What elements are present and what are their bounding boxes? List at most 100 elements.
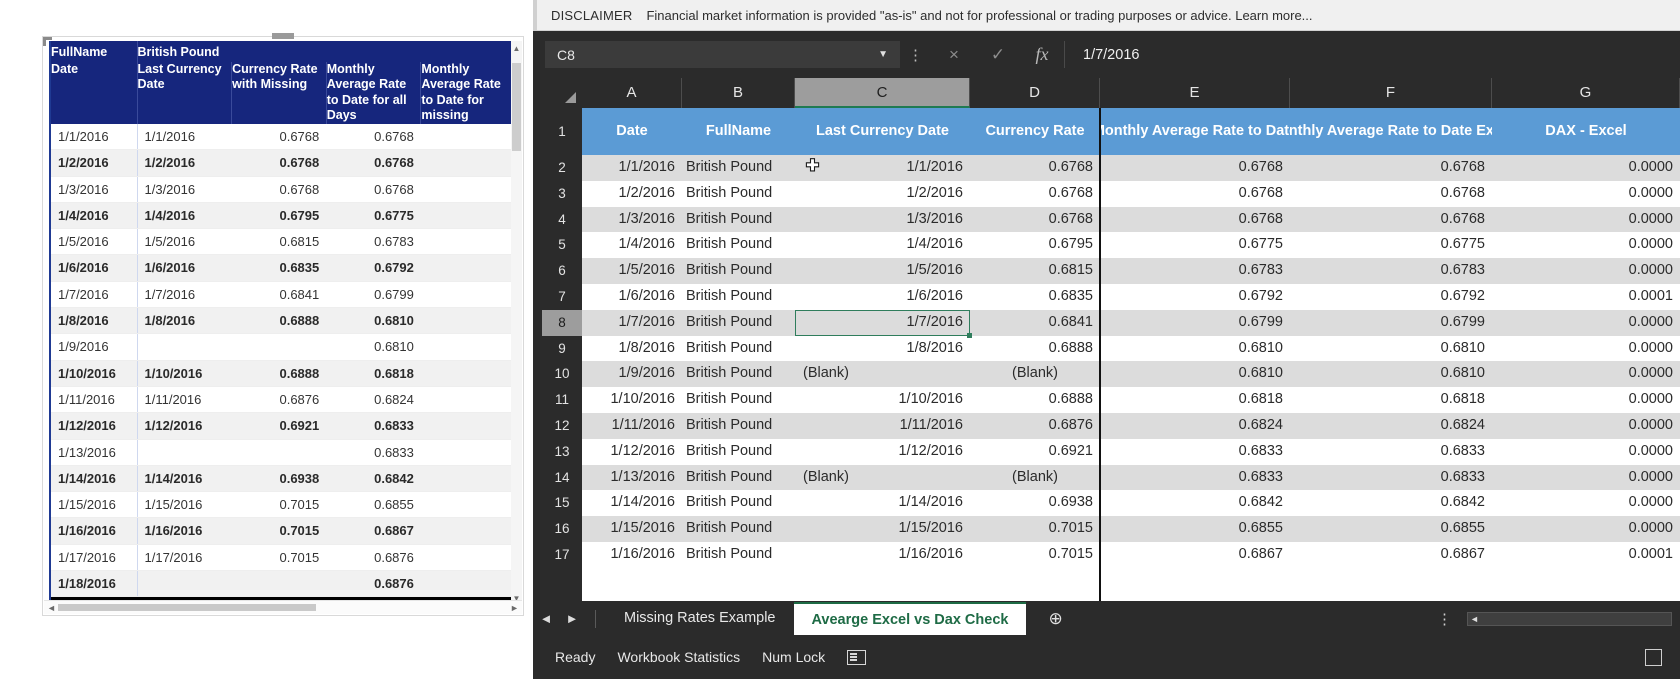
- grid-cell-e14[interactable]: 0.6833: [1100, 465, 1290, 491]
- grid-cell-g12[interactable]: 0.0000: [1492, 413, 1680, 439]
- add-sheet-icon[interactable]: ⊕: [1048, 609, 1062, 629]
- grid-cell-c14[interactable]: (Blank): [795, 465, 970, 491]
- grid-cell-b4[interactable]: British Pound: [682, 207, 795, 233]
- grid-cell-d6[interactable]: 0.6815: [970, 258, 1100, 284]
- sheet-tab-average-excel-vs-dax-check[interactable]: Avearge Excel vs Dax Check: [793, 602, 1027, 635]
- grid-cell-a6[interactable]: 1/5/2016: [582, 258, 682, 284]
- grid-cell-e8[interactable]: 0.6799: [1100, 310, 1290, 336]
- grid-cell-g8[interactable]: 0.0000: [1492, 310, 1680, 336]
- grid-row-5[interactable]: 1/4/2016 British Pound 1/4/2016 0.6795 0.677…: [582, 232, 1680, 259]
- grid-cell-a14[interactable]: 1/13/2016: [582, 465, 682, 491]
- matrix-vertical-scrollbar[interactable]: ▲ ▼: [511, 41, 522, 607]
- row-header-11[interactable]: 11: [542, 387, 582, 413]
- grid-cell-a12[interactable]: 1/11/2016: [582, 413, 682, 439]
- row-header-14[interactable]: 14: [542, 465, 582, 491]
- scroll-left-icon[interactable]: ◄: [1470, 613, 1479, 625]
- row-header-4[interactable]: 4: [542, 207, 582, 233]
- grid-row-7[interactable]: 1/6/2016 British Pound 1/6/2016 0.6835 0.679…: [582, 284, 1680, 310]
- grid-row-17[interactable]: 1/16/2016 British Pound 1/16/2016 0.7015 0.6…: [582, 542, 1680, 568]
- grid-cell-a4[interactable]: 1/3/2016: [582, 207, 682, 233]
- grid-cell-c5[interactable]: 1/4/2016: [795, 232, 970, 258]
- column-header-a[interactable]: A: [582, 78, 682, 108]
- grid-cell-d16[interactable]: 0.7015: [970, 516, 1100, 542]
- grid-cell-e3[interactable]: 0.6768: [1100, 181, 1290, 207]
- status-workbook-statistics[interactable]: Workbook Statistics: [617, 649, 740, 665]
- grid-cell-e17[interactable]: 0.6867: [1100, 542, 1290, 568]
- enter-icon[interactable]: ✓: [976, 45, 1020, 65]
- next-sheet-icon[interactable]: ►: [559, 611, 585, 626]
- more-tabs-icon[interactable]: ⋮: [1437, 610, 1453, 628]
- matrix-row[interactable]: 1/5/2016 1/5/2016 0.6815 0.6783: [51, 228, 516, 256]
- sheet-horizontal-scrollbar[interactable]: ◄: [1467, 611, 1672, 626]
- matrix-row[interactable]: 1/17/2016 1/17/2016 0.7015 0.6876: [51, 544, 516, 572]
- grid-cell-e11[interactable]: 0.6818: [1100, 387, 1290, 413]
- grid-cell-f10[interactable]: 0.6810: [1290, 361, 1492, 387]
- grid-cell-g13[interactable]: 0.0000: [1492, 439, 1680, 465]
- matrix-row[interactable]: 1/9/2016 0.6810: [51, 333, 516, 361]
- grid-cell-d2[interactable]: 0.6768: [970, 155, 1100, 181]
- grid-cell-b17[interactable]: British Pound: [682, 542, 795, 568]
- grid-cell-f13[interactable]: 0.6833: [1290, 439, 1492, 465]
- column-header-f[interactable]: F: [1290, 78, 1492, 108]
- grid-cell-b16[interactable]: British Pound: [682, 516, 795, 542]
- grid-row-8[interactable]: 1/7/2016 British Pound 1/7/2016 0.6841 0.679…: [582, 309, 1680, 336]
- grid-row-4[interactable]: 1/3/2016 British Pound 1/3/2016 0.6768 0.676…: [582, 206, 1680, 233]
- grid-cell-b14[interactable]: British Pound: [682, 465, 795, 491]
- chevron-down-icon[interactable]: ▼: [878, 49, 900, 60]
- prev-sheet-icon[interactable]: ◄: [533, 611, 559, 626]
- grid-cell-d9[interactable]: 0.6888: [970, 336, 1100, 362]
- name-box[interactable]: C8 ▼: [545, 41, 900, 68]
- grid-cell-c12[interactable]: 1/11/2016: [795, 413, 970, 439]
- grid-cell-a3[interactable]: 1/2/2016: [582, 181, 682, 207]
- grid-cell-b3[interactable]: British Pound: [682, 181, 795, 207]
- row-header-10[interactable]: 10: [542, 361, 582, 387]
- column-header-g[interactable]: G: [1492, 78, 1680, 108]
- grid-cell-g7[interactable]: 0.0001: [1492, 284, 1680, 310]
- row-header-17[interactable]: 17: [542, 542, 582, 568]
- normal-view-icon[interactable]: [1645, 648, 1662, 666]
- grid-cell-b6[interactable]: British Pound: [682, 258, 795, 284]
- column-header-e[interactable]: E: [1100, 78, 1290, 108]
- grid-cell-f16[interactable]: 0.6855: [1290, 516, 1492, 542]
- matrix-row[interactable]: 1/13/2016 0.6833: [51, 439, 516, 466]
- spreadsheet-grid[interactable]: ABCDEFG 1 2 3 4 5 6 7 8 9 10 11 12 13 14 15 16 17 Date Fu…: [533, 78, 1680, 601]
- column-header-c[interactable]: C: [795, 78, 970, 108]
- matrix-row[interactable]: 1/11/2016 1/11/2016 0.6876 0.6824: [51, 386, 516, 414]
- grid-cell-c13[interactable]: 1/12/2016: [795, 439, 970, 465]
- grid-cell-d4[interactable]: 0.6768: [970, 207, 1100, 233]
- grid-cell-b9[interactable]: British Pound: [682, 336, 795, 362]
- grid-cell-d13[interactable]: 0.6921: [970, 439, 1100, 465]
- matrix-horizontal-scrollbar[interactable]: ◄ ►: [44, 600, 522, 614]
- grid-cell-f9[interactable]: 0.6810: [1290, 336, 1492, 362]
- grid-cell-f15[interactable]: 0.6842: [1290, 490, 1492, 516]
- matrix-col-last-currency-date[interactable]: Last Currency Date: [137, 62, 233, 124]
- row-header-7[interactable]: 7: [542, 284, 582, 310]
- grid-cell-c10[interactable]: (Blank): [795, 361, 970, 387]
- grid-cell-d5[interactable]: 0.6795: [970, 232, 1100, 258]
- grid-row-9[interactable]: 1/8/2016 British Pound 1/8/2016 0.6888 0.681…: [582, 335, 1680, 362]
- row-header-5[interactable]: 5: [542, 232, 582, 258]
- row-header-13[interactable]: 13: [542, 439, 582, 465]
- grid-cell-a17[interactable]: 1/16/2016: [582, 542, 682, 568]
- grid-cell-d8[interactable]: 0.6841: [970, 310, 1100, 336]
- visual-top-resize-handle[interactable]: [272, 33, 294, 39]
- scroll-up-icon[interactable]: ▲: [511, 43, 522, 55]
- grid-cell-g17[interactable]: 0.0001: [1492, 542, 1680, 568]
- grid-cell-g16[interactable]: 0.0000: [1492, 516, 1680, 542]
- grid-cell-f4[interactable]: 0.6768: [1290, 207, 1492, 233]
- grid-cell-e9[interactable]: 0.6810: [1100, 336, 1290, 362]
- grid-cell-e16[interactable]: 0.6855: [1100, 516, 1290, 542]
- matrix-vscroll-thumb[interactable]: [512, 63, 521, 151]
- grid-cell-c2[interactable]: 1/1/2016: [795, 155, 970, 181]
- matrix-row[interactable]: 1/2/2016 1/2/2016 0.6768 0.6768: [51, 149, 516, 177]
- grid-cell-f7[interactable]: 0.6792: [1290, 284, 1492, 310]
- grid-cell-e7[interactable]: 0.6792: [1100, 284, 1290, 310]
- grid-cell-a13[interactable]: 1/12/2016: [582, 439, 682, 465]
- disclaimer-text[interactable]: Financial market information is provided…: [646, 8, 1312, 23]
- grid-cell-f2[interactable]: 0.6768: [1290, 155, 1492, 181]
- matrix-row[interactable]: 1/12/2016 1/12/2016 0.6921 0.6833: [51, 412, 516, 440]
- column-header-d[interactable]: D: [970, 78, 1100, 108]
- selected-cell-outline[interactable]: [795, 309, 972, 338]
- more-options-icon[interactable]: ⋮: [900, 46, 932, 64]
- grid-cell-b10[interactable]: British Pound: [682, 361, 795, 387]
